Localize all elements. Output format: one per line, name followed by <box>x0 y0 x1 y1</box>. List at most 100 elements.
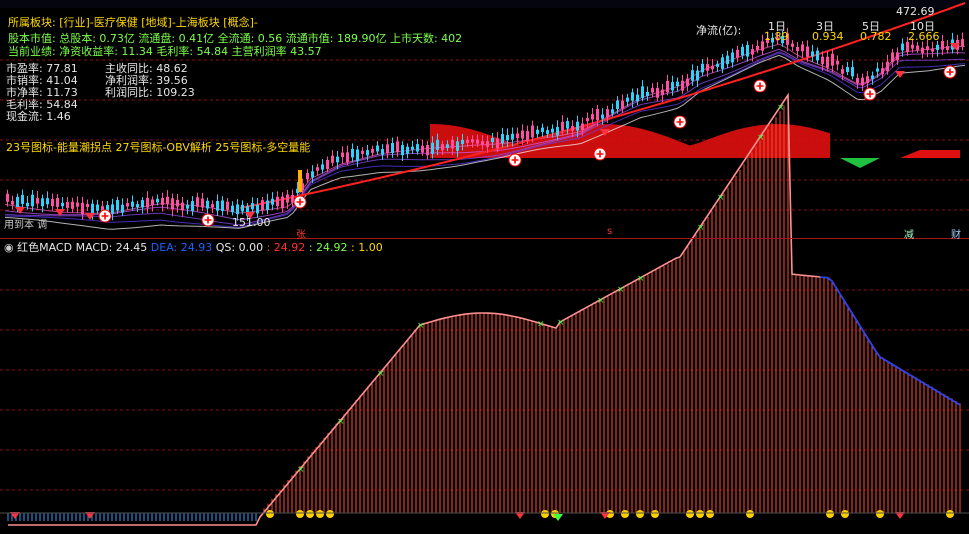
candle-body <box>191 201 194 211</box>
candle-body <box>76 202 79 207</box>
candle-body <box>381 148 384 155</box>
flow-10d-value: 2.666 <box>908 30 940 43</box>
signal-dot <box>651 510 659 518</box>
cross-marker: × <box>697 223 705 233</box>
candle-body <box>826 56 829 68</box>
candle-body <box>206 200 209 209</box>
candle-body <box>236 204 239 215</box>
candle-body <box>181 202 184 211</box>
candle-body <box>886 61 889 72</box>
candle-body <box>801 44 804 52</box>
candle-body <box>506 135 509 141</box>
tag-jian: 减 <box>904 230 914 241</box>
cross-marker: × <box>537 319 545 329</box>
signal-dot <box>746 510 754 518</box>
candle-body <box>321 164 324 170</box>
candle-body <box>411 146 414 150</box>
candle-body <box>376 145 379 152</box>
candle-body <box>901 43 904 51</box>
candle-body <box>526 131 529 141</box>
candle-body <box>196 197 199 207</box>
signal-dot <box>946 510 954 518</box>
candle-body <box>26 202 29 207</box>
candle-body <box>751 49 754 55</box>
candle-body <box>536 129 539 135</box>
candle-body <box>56 198 59 207</box>
candle-body <box>911 44 914 49</box>
candle-body <box>396 141 399 153</box>
candle-body <box>721 57 724 69</box>
candle-body <box>861 77 864 86</box>
candle-body <box>256 204 259 214</box>
candle-body <box>231 205 234 213</box>
candle-body <box>451 139 454 149</box>
candle-body <box>151 199 154 205</box>
candle-body <box>596 108 599 121</box>
signal-dot <box>706 510 714 518</box>
candle-body <box>711 65 714 70</box>
cross-marker: × <box>337 417 345 427</box>
signal-dot <box>841 510 849 518</box>
candle-body <box>96 204 99 211</box>
candle-body <box>646 91 649 96</box>
panel-divider[interactable] <box>0 238 969 239</box>
signal-dot <box>541 510 549 518</box>
candle-body <box>441 144 444 151</box>
candle-body <box>571 125 574 131</box>
candle-body <box>456 141 459 151</box>
candlestick-chart[interactable]: × × × × × × × × × × × × × <box>0 0 969 534</box>
candle-body <box>866 76 869 84</box>
macd-legend[interactable]: ◉ 红色MACD MACD: 24.45 DEA: 24.93 QS: 0.00… <box>4 241 383 254</box>
candle-body <box>601 114 604 119</box>
volume-spike-marker <box>298 170 302 192</box>
tag-cai: 财 <box>951 230 961 241</box>
candle-body <box>731 52 734 63</box>
cross-marker: × <box>417 321 425 331</box>
candle-body <box>41 198 44 207</box>
candle-body <box>266 200 269 211</box>
signal-dot <box>266 510 274 518</box>
indicator-area-red-2 <box>900 150 960 158</box>
price-low-label: 151.00 <box>232 216 271 229</box>
candle-body <box>91 203 94 213</box>
candle-body <box>856 78 859 83</box>
flow-3d-value: 0.934 <box>812 30 844 43</box>
candle-body <box>846 67 849 73</box>
candle-body <box>81 202 84 215</box>
candle-body <box>216 201 219 211</box>
candle-body <box>581 123 584 131</box>
candle-body <box>31 194 34 207</box>
macd-title: 红色MACD <box>17 241 73 254</box>
candle-body <box>836 60 839 65</box>
candle-body <box>546 130 549 135</box>
price-high-label: 472.69 <box>896 5 935 18</box>
candle-body <box>126 203 129 207</box>
macd-extra-3: : 1.00 <box>351 241 383 254</box>
candle-body <box>701 63 704 73</box>
candle-body <box>111 204 114 214</box>
signal-dot <box>876 510 884 518</box>
candle-body <box>641 86 644 99</box>
qs-value: 0.00 <box>238 241 264 254</box>
candle-body <box>851 67 854 77</box>
candle-body <box>271 198 274 205</box>
candle-body <box>626 97 629 102</box>
signal-dot <box>316 510 324 518</box>
signal-dot <box>306 510 314 518</box>
candle-body <box>671 82 674 91</box>
candle-body <box>491 137 494 143</box>
candle-body <box>656 87 659 98</box>
candle-body <box>141 200 144 208</box>
collapse-icon[interactable]: ◉ <box>4 241 14 254</box>
signal-dot <box>636 510 644 518</box>
cross-marker: × <box>597 296 605 306</box>
candle-body <box>916 45 919 50</box>
candle-body <box>606 109 609 117</box>
candle-body <box>406 146 409 154</box>
candle-body <box>791 43 794 47</box>
candle-body <box>931 48 934 52</box>
candle-body <box>306 173 309 180</box>
candle-body <box>481 141 484 145</box>
candle-body <box>511 133 514 140</box>
candle-body <box>391 142 394 153</box>
